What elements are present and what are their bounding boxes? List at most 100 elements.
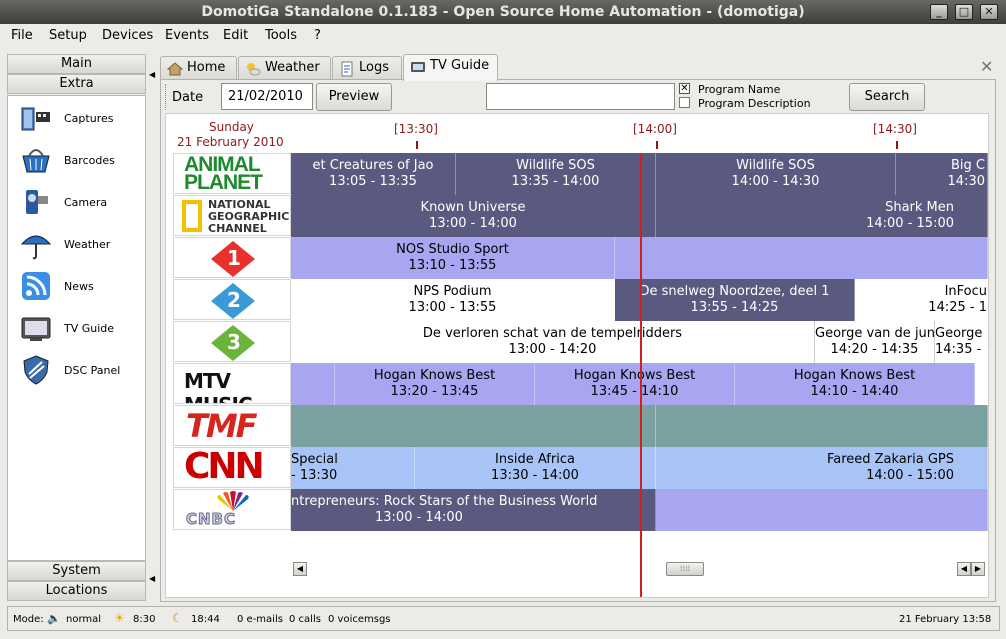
program-cell[interactable]: De snelweg Noordzee, deel 1 13:55 - 14:25 <box>615 279 855 321</box>
menu-events[interactable]: Events <box>165 28 209 43</box>
date-input[interactable]: 21/02/2010 <box>221 83 313 110</box>
program-cell[interactable] <box>291 363 335 405</box>
time-tick <box>416 141 418 149</box>
channel-logo-text: CNN <box>184 447 265 487</box>
menu-file[interactable]: File <box>11 28 33 43</box>
program-title: InFocu <box>944 284 987 299</box>
close-tab-icon[interactable]: ✕ <box>980 57 993 76</box>
program-title: Shark Men <box>885 200 954 215</box>
program-time: 14:35 - 1 <box>935 342 988 357</box>
program-cell[interactable]: Shark Men 14:00 - 15:00 <box>656 195 988 237</box>
program-time: 14:20 - 14:35 <box>830 342 919 357</box>
sidebar-section-extra[interactable]: Extra <box>7 74 146 94</box>
sidebar-section-main[interactable]: Main <box>7 54 146 74</box>
scroll-right-button[interactable]: ▶ <box>971 562 985 576</box>
channel-logo-text: MTV MUSIC <box>184 369 253 403</box>
program-cell[interactable]: Special - 13:30 <box>291 447 415 489</box>
menu-tools[interactable]: Tools <box>265 28 297 43</box>
sidebar-item-camera[interactable]: Camera <box>18 184 143 220</box>
program-description-checkbox[interactable] <box>679 97 690 108</box>
program-cell[interactable]: NPS Podium 13:00 - 13:55 <box>291 279 615 321</box>
status-datetime: 21 February 13:58 <box>899 614 992 625</box>
program-cell[interactable]: George van de jungl 14:20 - 14:35 <box>815 321 935 363</box>
program-cell[interactable]: Big C 14:30 <box>896 153 988 195</box>
program-cell[interactable] <box>615 237 988 279</box>
sidebar-section-locations[interactable]: Locations <box>7 581 146 601</box>
program-cell[interactable] <box>656 489 988 531</box>
tab-label: Logs <box>359 60 389 75</box>
program-cell[interactable]: Hogan Knows Best 13:45 - 14:10 <box>535 363 735 405</box>
menu-help[interactable]: ? <box>314 28 321 43</box>
program-name-checkbox[interactable]: ✕ <box>679 83 690 94</box>
program-cell[interactable]: et Creatures of Jao 13:05 - 13:35 <box>291 153 456 195</box>
time-header-1330: [13:30] <box>394 122 438 136</box>
program-title: Known Universe <box>420 200 526 215</box>
program-cell[interactable]: ntrepreneurs: Rock Stars of the Business… <box>291 489 656 531</box>
sidebar-item-captures[interactable]: Captures <box>18 100 143 136</box>
moon-icon: ☾ <box>172 611 183 625</box>
tab-weather[interactable]: Weather <box>238 56 331 80</box>
program-time: 13:00 - 14:00 <box>429 216 517 231</box>
minimize-button[interactable]: _ <box>930 4 948 20</box>
sidebar: Main Extra Captures Barcodes Camera Weat… <box>7 54 146 602</box>
program-cell[interactable]: Wildlife SOS 14:00 - 14:30 <box>656 153 896 195</box>
tab-label: Weather <box>265 60 320 75</box>
sidebar-item-barcodes[interactable]: Barcodes <box>18 142 143 178</box>
program-time: 13:05 - 13:35 <box>329 174 417 189</box>
preview-button[interactable]: Preview <box>316 83 392 111</box>
calls-count: 0 calls <box>289 614 321 625</box>
sunset-time: 18:44 <box>191 614 220 625</box>
sidebar-item-weather[interactable]: Weather <box>18 226 143 262</box>
sidebar-item-dsc-panel[interactable]: DSC Panel <box>18 352 143 388</box>
expand-arrow-icon[interactable]: ◀ <box>149 574 155 583</box>
program-cell[interactable]: NOS Studio Sport 13:10 - 13:55 <box>291 237 615 279</box>
program-time: 13:35 - 14:00 <box>511 174 600 189</box>
program-cell[interactable]: InFocu 14:25 - 1 <box>855 279 988 321</box>
program-title: NOS Studio Sport <box>396 242 509 257</box>
close-window-button[interactable]: ✕ <box>980 4 998 20</box>
scroll-thumb[interactable]: ⁞⁞⁞⁞ <box>666 562 704 576</box>
sidebar-item-tv-guide[interactable]: TV Guide <box>18 310 143 346</box>
program-time: 13:30 - 14:00 <box>491 468 579 483</box>
program-cell[interactable]: Inside Africa 13:30 - 14:00 <box>415 447 656 489</box>
sidebar-section-system[interactable]: System <box>7 561 146 581</box>
program-cell[interactable]: Fareed Zakaria GPS 14:00 - 15:00 <box>656 447 988 489</box>
program-time: 13:45 - 14:10 <box>590 384 679 399</box>
scroll-left-button[interactable]: ◀ <box>293 562 307 576</box>
scroll-left-button-2[interactable]: ◀ <box>957 562 971 576</box>
tab-home[interactable]: Home <box>160 56 237 80</box>
program-cell[interactable]: George van de14:35 - 1 <box>935 321 988 363</box>
program-cell[interactable]: Wildlife SOS 13:35 - 14:00 <box>456 153 656 195</box>
mode-value: normal <box>66 614 102 625</box>
tab-label: TV Guide <box>430 58 490 73</box>
program-title: NPS Podium <box>413 284 492 299</box>
program-cell[interactable]: De verloren schat van de tempelridders 13… <box>291 321 815 363</box>
program-description-label: Program Description <box>698 97 811 110</box>
channel-logo-text: 2 <box>227 288 241 312</box>
voicemsgs-count: 0 voicemsgs <box>328 614 391 625</box>
program-title: Big C <box>951 158 985 173</box>
tab-logs[interactable]: Logs <box>332 56 402 80</box>
sidebar-item-label: Captures <box>64 112 114 125</box>
search-input[interactable] <box>486 83 675 110</box>
program-cell[interactable]: Known Universe 13:00 - 14:00 <box>291 195 656 237</box>
search-button[interactable]: Search <box>849 83 925 111</box>
program-cell[interactable]: Hogan Knows Best 14:10 - 14:40 <box>735 363 975 405</box>
menu-setup[interactable]: Setup <box>49 28 87 43</box>
dsc-panel-icon <box>23 355 49 385</box>
collapse-arrow-icon[interactable]: ◀ <box>149 70 155 79</box>
menu-devices[interactable]: Devices <box>102 28 153 43</box>
program-cell[interactable]: Hogan Knows Best 13:20 - 13:45 <box>335 363 535 405</box>
channel-logo-text: NATIONAL GEOGRAPHIC CHANNEL <box>208 198 290 235</box>
sidebar-item-news[interactable]: News <box>18 268 143 304</box>
tab-tv-guide[interactable]: TV Guide <box>403 54 498 81</box>
program-cell[interactable] <box>291 405 656 447</box>
program-title: George van de <box>935 326 987 341</box>
program-time: - 13:30 <box>291 468 338 483</box>
logs-icon <box>341 61 353 77</box>
program-title: De verloren schat van de tempelridders <box>422 326 683 341</box>
program-name-label: Program Name <box>698 83 781 96</box>
menu-edit[interactable]: Edit <box>223 28 248 43</box>
program-cell[interactable] <box>656 405 988 447</box>
maximize-button[interactable]: □ <box>955 4 973 20</box>
